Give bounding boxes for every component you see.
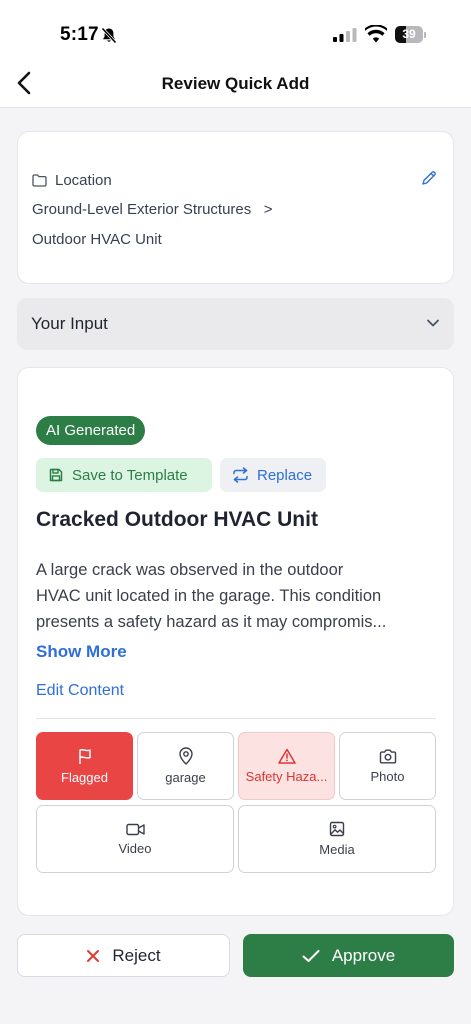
item-description: A large crack was observed in the outdoo…: [36, 557, 436, 635]
battery-level: 39: [402, 27, 416, 41]
tile-label: Safety Haza...: [245, 769, 328, 784]
checkmark-icon: [302, 949, 320, 962]
status-time: 5:17: [60, 24, 99, 45]
pencil-icon: [422, 171, 436, 185]
item-title: Cracked Outdoor HVAC Unit: [36, 508, 318, 531]
approve-button[interactable]: Approve: [243, 934, 454, 977]
tile-label: garage: [165, 770, 206, 785]
replace-button[interactable]: Replace: [220, 458, 326, 492]
edit-location-button[interactable]: [421, 170, 437, 191]
your-input-title: Your Input: [31, 314, 108, 333]
signal-icon: [333, 28, 357, 47]
camera-icon: [379, 749, 396, 763]
battery-icon: 39: [395, 26, 427, 43]
video-tile[interactable]: Video: [36, 805, 234, 873]
flagged-tile[interactable]: Flagged: [36, 732, 133, 800]
location-label-row: Location: [32, 172, 112, 189]
map-pin-icon: [178, 747, 193, 765]
nav-header: Review Quick Add: [0, 62, 471, 108]
replace-label: Replace: [257, 466, 313, 484]
swap-icon: [233, 467, 248, 483]
tile-label: Video: [118, 840, 152, 856]
tile-label: Photo: [370, 768, 405, 784]
chevron-down-icon: [427, 319, 439, 327]
edit-content-link[interactable]: Edit Content: [36, 682, 124, 700]
divider: [36, 718, 436, 719]
item-card: AI Generated Save to Template Replace Cr…: [17, 367, 454, 916]
location-card: Location Ground-Level Exterior Structure…: [17, 131, 454, 284]
location-tag-tile[interactable]: garage: [137, 732, 234, 800]
location-path-child: Outdoor HVAC Unit: [32, 231, 162, 248]
flag-icon: [78, 748, 91, 764]
location-label: Location: [55, 172, 112, 189]
safety-hazard-tile[interactable]: Safety Haza...: [238, 732, 335, 800]
wifi-icon: [364, 24, 388, 48]
warning-icon: [277, 748, 296, 764]
location-path-parent: Ground-Level Exterior Structures >: [32, 201, 273, 218]
save-icon: [49, 468, 63, 482]
description-line: HVAC unit located in the garage. This co…: [36, 587, 382, 605]
description-line: presents a safety hazard as it may compr…: [36, 613, 387, 631]
show-more-link[interactable]: Show More: [36, 642, 127, 662]
page-title: Review Quick Add: [161, 74, 310, 93]
reject-label: Reject: [112, 945, 161, 965]
bell-off-icon: [101, 27, 117, 49]
folder-icon: [32, 174, 47, 187]
approve-label: Approve: [331, 945, 396, 965]
tile-label: Media: [319, 842, 355, 857]
close-icon: [87, 949, 100, 962]
save-to-template-label: Save to Template: [72, 466, 188, 484]
description-line: A large crack was observed in the outdoo…: [36, 561, 344, 579]
tile-label: Flagged: [61, 769, 108, 785]
status-bar: 5:17 39: [0, 0, 471, 62]
ai-generated-badge: AI Generated: [36, 416, 146, 445]
save-to-template-button[interactable]: Save to Template: [36, 458, 212, 492]
your-input-accordion[interactable]: Your Input: [17, 298, 454, 350]
photo-tile[interactable]: Photo: [339, 732, 436, 800]
image-icon: [329, 821, 345, 837]
video-icon: [125, 823, 145, 835]
reject-button[interactable]: Reject: [17, 934, 230, 977]
media-tile[interactable]: Media: [238, 805, 436, 873]
